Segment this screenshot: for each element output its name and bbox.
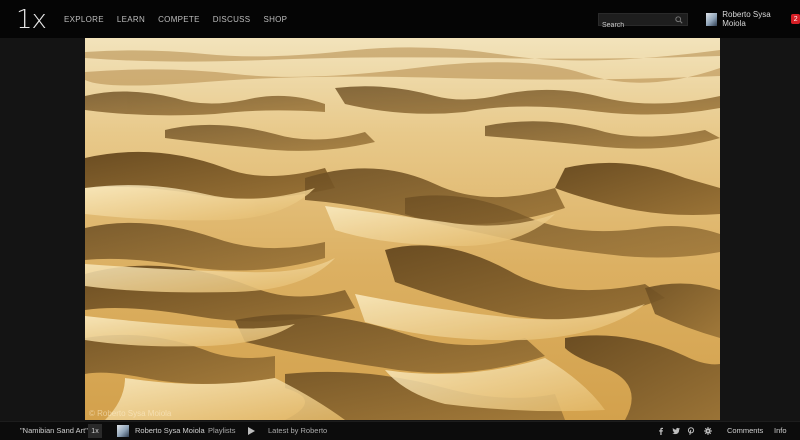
desert-dunes-image: © Roberto Sysa Moiola (85, 38, 720, 420)
top-navigation-bar: 1x EXPLORE LEARN COMPETE DISCUSS SHOP Ro… (0, 0, 800, 38)
playlists-link[interactable]: Playlists (208, 426, 236, 435)
main-nav: EXPLORE LEARN COMPETE DISCUSS SHOP (64, 0, 300, 38)
comments-link[interactable]: Comments (727, 426, 763, 435)
user-name[interactable]: Roberto Sysa Moiola (722, 10, 786, 28)
search-box (598, 13, 688, 31)
main-photo[interactable]: © Roberto Sysa Moiola (85, 38, 720, 420)
photo-info-bar: "Namibian Sand Art" 1x Roberto Sysa Moio… (0, 421, 800, 440)
nav-compete[interactable]: COMPETE (158, 15, 200, 24)
search-input[interactable] (599, 20, 675, 31)
site-tag[interactable]: 1x (88, 424, 102, 438)
info-link[interactable]: Info (774, 426, 787, 435)
nav-discuss[interactable]: DISCUSS (213, 15, 251, 24)
pinterest-icon[interactable] (687, 427, 695, 435)
avatar[interactable] (706, 12, 718, 26)
user-menu[interactable]: Roberto Sysa Moiola 2 (706, 10, 800, 28)
gear-icon[interactable] (704, 427, 712, 435)
play-icon[interactable] (247, 427, 255, 435)
photo-title: "Namibian Sand Art" (20, 426, 88, 435)
author-name[interactable]: Roberto Sysa Moiola (135, 426, 205, 435)
site-logo[interactable]: 1x (16, 5, 47, 35)
nav-learn[interactable]: LEARN (117, 15, 145, 24)
facebook-icon[interactable] (657, 427, 665, 435)
notification-badge[interactable]: 2 (791, 14, 800, 24)
nav-explore[interactable]: EXPLORE (64, 15, 104, 24)
photo-watermark: © Roberto Sysa Moiola (89, 409, 172, 418)
latest-by-author-link[interactable]: Latest by Roberto (268, 426, 327, 435)
author-avatar[interactable] (117, 425, 129, 437)
search-icon[interactable] (675, 16, 683, 24)
nav-shop[interactable]: SHOP (263, 15, 287, 24)
twitter-icon[interactable] (672, 427, 680, 435)
